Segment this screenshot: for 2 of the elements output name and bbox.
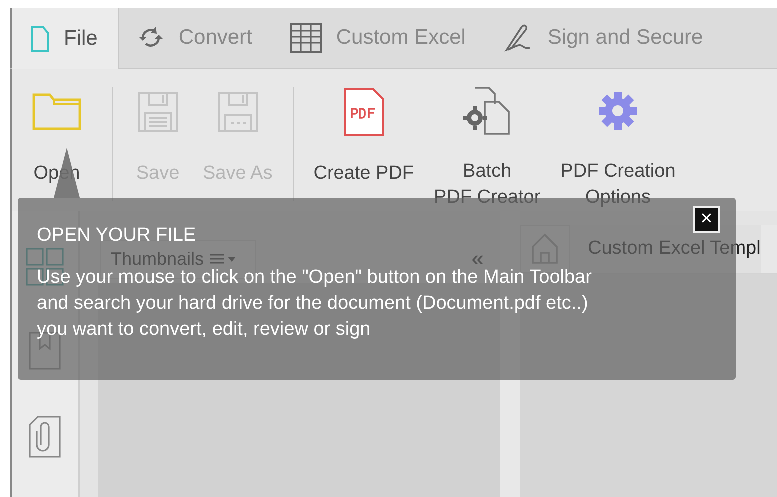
tooltip-text: Use your mouse to click on the "Open" button on the Main Toolbar and search your hard drive for the document (Document.pdf etc..) you want to convert, edit, review or sign [37, 266, 593, 342]
tooltip-title: OPEN YOUR FILE [37, 225, 196, 247]
